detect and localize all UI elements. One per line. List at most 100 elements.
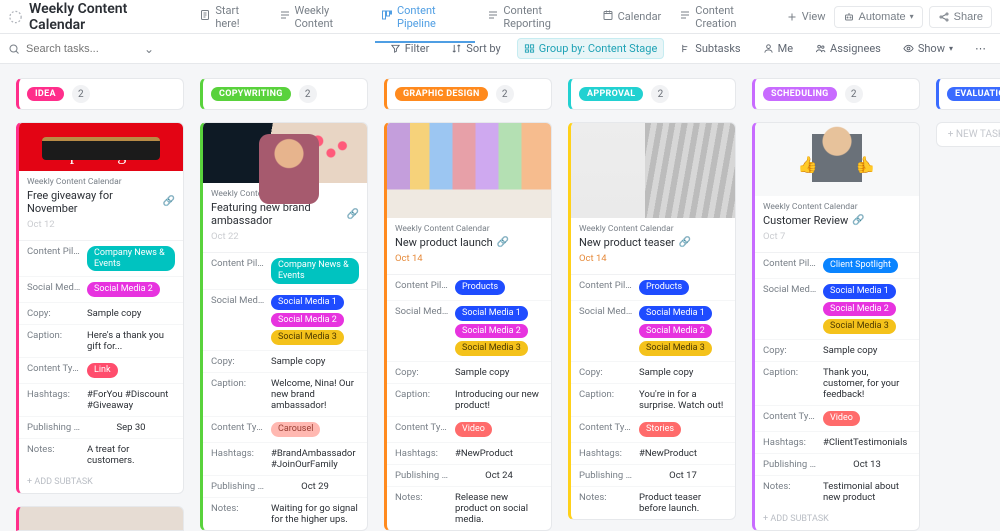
automate-label: Automate xyxy=(859,11,906,23)
subtasks-label: Subtasks xyxy=(695,42,740,55)
new-task-button[interactable]: + NEW TASK xyxy=(936,122,1000,147)
task-card[interactable]: Weekly Content Calendar New product teas… xyxy=(568,122,736,520)
hashtags-value: #NewProduct xyxy=(455,448,543,459)
notes-value: Release new product on social media. xyxy=(455,492,543,525)
copy-value: Sample copy xyxy=(639,367,727,378)
column-copywriting: COPYWRITING 2 Weekly Content Calendar Fe… xyxy=(200,78,368,531)
social-chip: Social Media 3 xyxy=(823,319,896,334)
notes-value: Waiting for go signal for the higher ups… xyxy=(271,503,359,525)
me-button[interactable]: Me xyxy=(757,39,799,58)
person-icon xyxy=(763,43,774,54)
group-by-button[interactable]: Group by: Content Stage xyxy=(517,38,665,59)
column-scheduling: SCHEDULING 2 Weekly Content Calendar Cus… xyxy=(752,78,920,531)
breadcrumb: Weekly Content Calendar xyxy=(395,224,543,234)
filterbar: ⌄ Filter Sort by Group by: Content Stage… xyxy=(0,34,1000,64)
hashtags-value: #ClientTestimonials xyxy=(823,437,911,448)
caption-value: Welcome, Nina! Our new brand ambassador! xyxy=(271,378,359,411)
ctype-chip: Carousel xyxy=(271,422,320,437)
field-label: Hashtags: xyxy=(27,389,81,400)
next-card-peek[interactable] xyxy=(16,506,184,531)
share-button[interactable]: Share xyxy=(929,6,992,28)
social-chip: Social Media 2 xyxy=(455,324,528,339)
publishing-value: Sep 30 xyxy=(87,422,175,433)
list-icon xyxy=(679,9,691,24)
search-wrap[interactable] xyxy=(8,42,134,56)
count-badge: 2 xyxy=(651,85,669,103)
field-label: Social Media... xyxy=(763,284,817,295)
search-icon xyxy=(8,43,20,55)
board-icon xyxy=(381,9,393,24)
tab-content-reporting[interactable]: Content Reporting xyxy=(479,0,591,36)
column-approval: APPROVAL 2 Weekly Content Calendar New p… xyxy=(568,78,736,531)
notes-value: A treat for customers. xyxy=(87,444,175,466)
search-input[interactable] xyxy=(24,42,134,56)
show-button[interactable]: Show ▾ xyxy=(897,39,959,58)
column-header[interactable]: IDEA 2 xyxy=(16,78,184,110)
column-header[interactable]: GRAPHIC DESIGN 2 xyxy=(384,78,552,110)
automate-button[interactable]: Automate ▾ xyxy=(834,6,923,28)
social-chip: Social Media 1 xyxy=(639,306,712,321)
task-card[interactable]: Weekly Content Calendar Featuring new br… xyxy=(200,122,368,531)
field-label: Publishing D... xyxy=(763,459,817,470)
people-icon xyxy=(815,43,826,54)
field-label: Social Media... xyxy=(211,295,265,306)
add-view-button[interactable]: View xyxy=(778,4,834,29)
column-header[interactable]: EVALUATION 0 xyxy=(936,78,1000,110)
field-label: Content Type: xyxy=(763,411,817,422)
tab-content-pipeline[interactable]: Content Pipeline xyxy=(373,0,477,36)
field-label: Caption: xyxy=(27,330,81,341)
task-card[interactable]: Special gift Weekly Content Calendar Fre… xyxy=(16,122,184,494)
card-title-text: New product teaser xyxy=(579,236,675,249)
ctype-chip: Video xyxy=(823,411,860,426)
assignees-button[interactable]: Assignees xyxy=(809,39,887,58)
topbar: Weekly Content Calendar Start here! Week… xyxy=(0,0,1000,34)
tab-weekly-content[interactable]: Weekly Content xyxy=(271,0,372,36)
column-idea: IDEA 2 Special gift Weekly Content Calen… xyxy=(16,78,184,531)
notes-value: Testimonial about new product xyxy=(823,481,911,503)
add-subtask-button[interactable]: + ADD SUBTASK xyxy=(19,471,183,493)
column-evaluation: EVALUATION 0 + NEW TASK xyxy=(936,78,1000,531)
kanban-board: IDEA 2 Special gift Weekly Content Calen… xyxy=(0,64,1000,531)
field-label: Content Pillar: xyxy=(763,258,817,269)
field-label: Copy: xyxy=(27,308,81,319)
group-label: Group by: Content Stage xyxy=(539,42,658,55)
more-button[interactable]: ⋯ xyxy=(969,39,992,58)
column-header[interactable]: SCHEDULING 2 xyxy=(752,78,920,110)
share-icon xyxy=(938,11,950,23)
card-title: Featuring new brand ambassador 🔗 xyxy=(211,201,359,227)
tab-start-here-[interactable]: Start here! xyxy=(191,0,268,36)
column-header[interactable]: COPYWRITING 2 xyxy=(200,78,368,110)
me-label: Me xyxy=(778,42,793,55)
card-image xyxy=(387,123,551,218)
field-label: Social Media... xyxy=(395,306,449,317)
plus-icon xyxy=(786,11,798,23)
tab-calendar[interactable]: Calendar xyxy=(594,3,670,30)
hashtags-value: #ForYou #Discount #Giveaway xyxy=(87,389,175,411)
subtasks-button[interactable]: Subtasks xyxy=(674,39,746,58)
caption-value: Thank you, customer, for your feedback! xyxy=(823,367,911,400)
copy-value: Sample copy xyxy=(87,308,175,319)
task-card[interactable]: Weekly Content Calendar New product laun… xyxy=(384,122,552,531)
column-header[interactable]: APPROVAL 2 xyxy=(568,78,736,110)
card-image xyxy=(755,123,919,196)
link-icon: 🔗 xyxy=(347,209,359,220)
field-label: Notes: xyxy=(763,481,817,492)
search-caret[interactable]: ⌄ xyxy=(144,42,154,56)
subtasks-icon xyxy=(680,43,691,54)
pillar-chip: Company News & Events xyxy=(87,246,175,272)
count-badge: 2 xyxy=(845,85,863,103)
field-label: Content Type: xyxy=(211,422,265,433)
field-label: Hashtags: xyxy=(395,448,449,459)
card-title-text: Featuring new brand ambassador xyxy=(211,201,343,227)
field-label: Hashtags: xyxy=(763,437,817,448)
count-badge: 2 xyxy=(72,85,90,103)
field-label: Caption: xyxy=(579,389,633,400)
chevron-down-icon: ▾ xyxy=(949,44,953,53)
card-fields: Content Pillar: Company News & Events So… xyxy=(203,252,367,530)
tab-content-creation[interactable]: Content Creation xyxy=(671,0,777,36)
social-chip: Social Media 2 xyxy=(271,313,344,328)
add-subtask-button[interactable]: + ADD SUBTASK xyxy=(755,508,919,530)
field-label: Social Media... xyxy=(27,282,81,293)
field-label: Notes: xyxy=(211,503,265,514)
task-card[interactable]: Weekly Content Calendar Customer Review … xyxy=(752,122,920,531)
